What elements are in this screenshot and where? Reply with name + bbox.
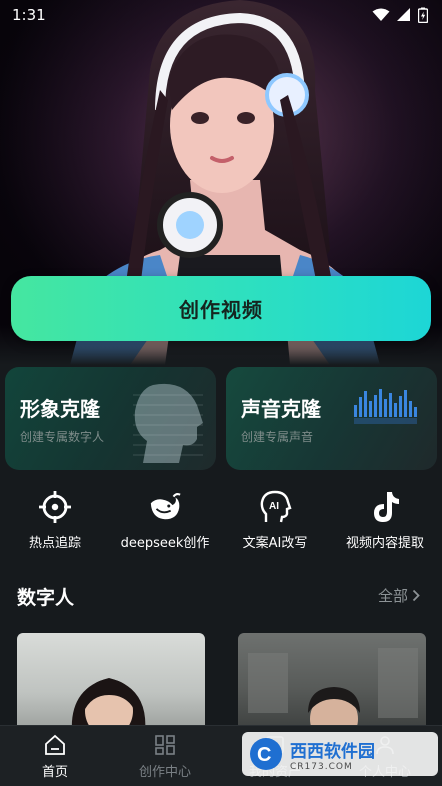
sound-wave-icon (354, 389, 417, 424)
svg-text:C: C (257, 744, 271, 766)
create-video-button[interactable]: 创作视频 (11, 276, 431, 341)
avatar-clone-subtitle: 创建专属数字人 (20, 430, 105, 444)
watermark-text: 西西软件园 (290, 741, 375, 762)
svg-text:AI: AI (269, 501, 279, 512)
nav-create-center-label: 创作中心 (138, 765, 191, 780)
video-extract-tool[interactable]: 视频内容提取 (330, 490, 440, 551)
status-bar: 1:31 (0, 0, 442, 30)
voice-clone-card[interactable]: 声音克隆 创建专属声音 (226, 367, 437, 470)
hot-topic-label: 热点追踪 (28, 536, 81, 551)
battery-charging-icon (418, 7, 428, 23)
watermark-sub: CR173.COM (290, 761, 353, 772)
deepseek-label: deepseek创作 (120, 536, 210, 551)
tiktok-icon (374, 492, 399, 522)
avatar-clone-card[interactable]: 形象克隆 创建专属数字人 (5, 367, 216, 470)
digital-human-photo (248, 648, 418, 733)
ai-head-icon: AI (260, 490, 292, 523)
crosshair-icon (39, 491, 71, 523)
status-time: 1:31 (12, 6, 46, 24)
video-extract-label: 视频内容提取 (345, 536, 424, 551)
watermark-logo: C 西西软件园 CR173.COM (242, 732, 438, 776)
chevron-right-icon (412, 589, 420, 602)
digital-human-card[interactable] (238, 633, 426, 733)
voice-clone-title: 声音克隆 (241, 397, 321, 421)
ai-rewrite-tool[interactable]: AI 文案AI改写 (220, 490, 330, 551)
digital-human-card[interactable] (17, 633, 205, 733)
ai-rewrite-label: 文案AI改写 (242, 536, 308, 551)
deepseek-tool[interactable]: deepseek创作 (110, 490, 220, 551)
tool-row: 热点追踪 deepseek创作 AI 文案AI改写 视频内容提取 (0, 490, 442, 560)
digital-head-icon (133, 383, 203, 463)
view-all-link[interactable]: 全部 (378, 585, 420, 606)
nav-home-label: 首页 (41, 765, 68, 780)
hot-topic-tool[interactable]: 热点追踪 (0, 490, 110, 551)
signal-icon (397, 8, 410, 21)
digital-human-photo (71, 678, 146, 733)
watermark-logo-icon: C (250, 738, 282, 770)
create-video-label: 创作视频 (179, 298, 263, 322)
home-icon (45, 734, 65, 755)
grid-icon (155, 735, 175, 755)
wifi-icon (372, 8, 390, 21)
digital-human-section-title: 数字人 (17, 587, 75, 609)
view-all-label: 全部 (377, 587, 408, 605)
whale-icon (150, 493, 181, 520)
nav-home[interactable]: 首页 (0, 734, 110, 780)
avatar-clone-title: 形象克隆 (20, 397, 100, 421)
nav-create-center[interactable]: 创作中心 (110, 734, 220, 780)
voice-clone-subtitle: 创建专属声音 (241, 430, 314, 444)
